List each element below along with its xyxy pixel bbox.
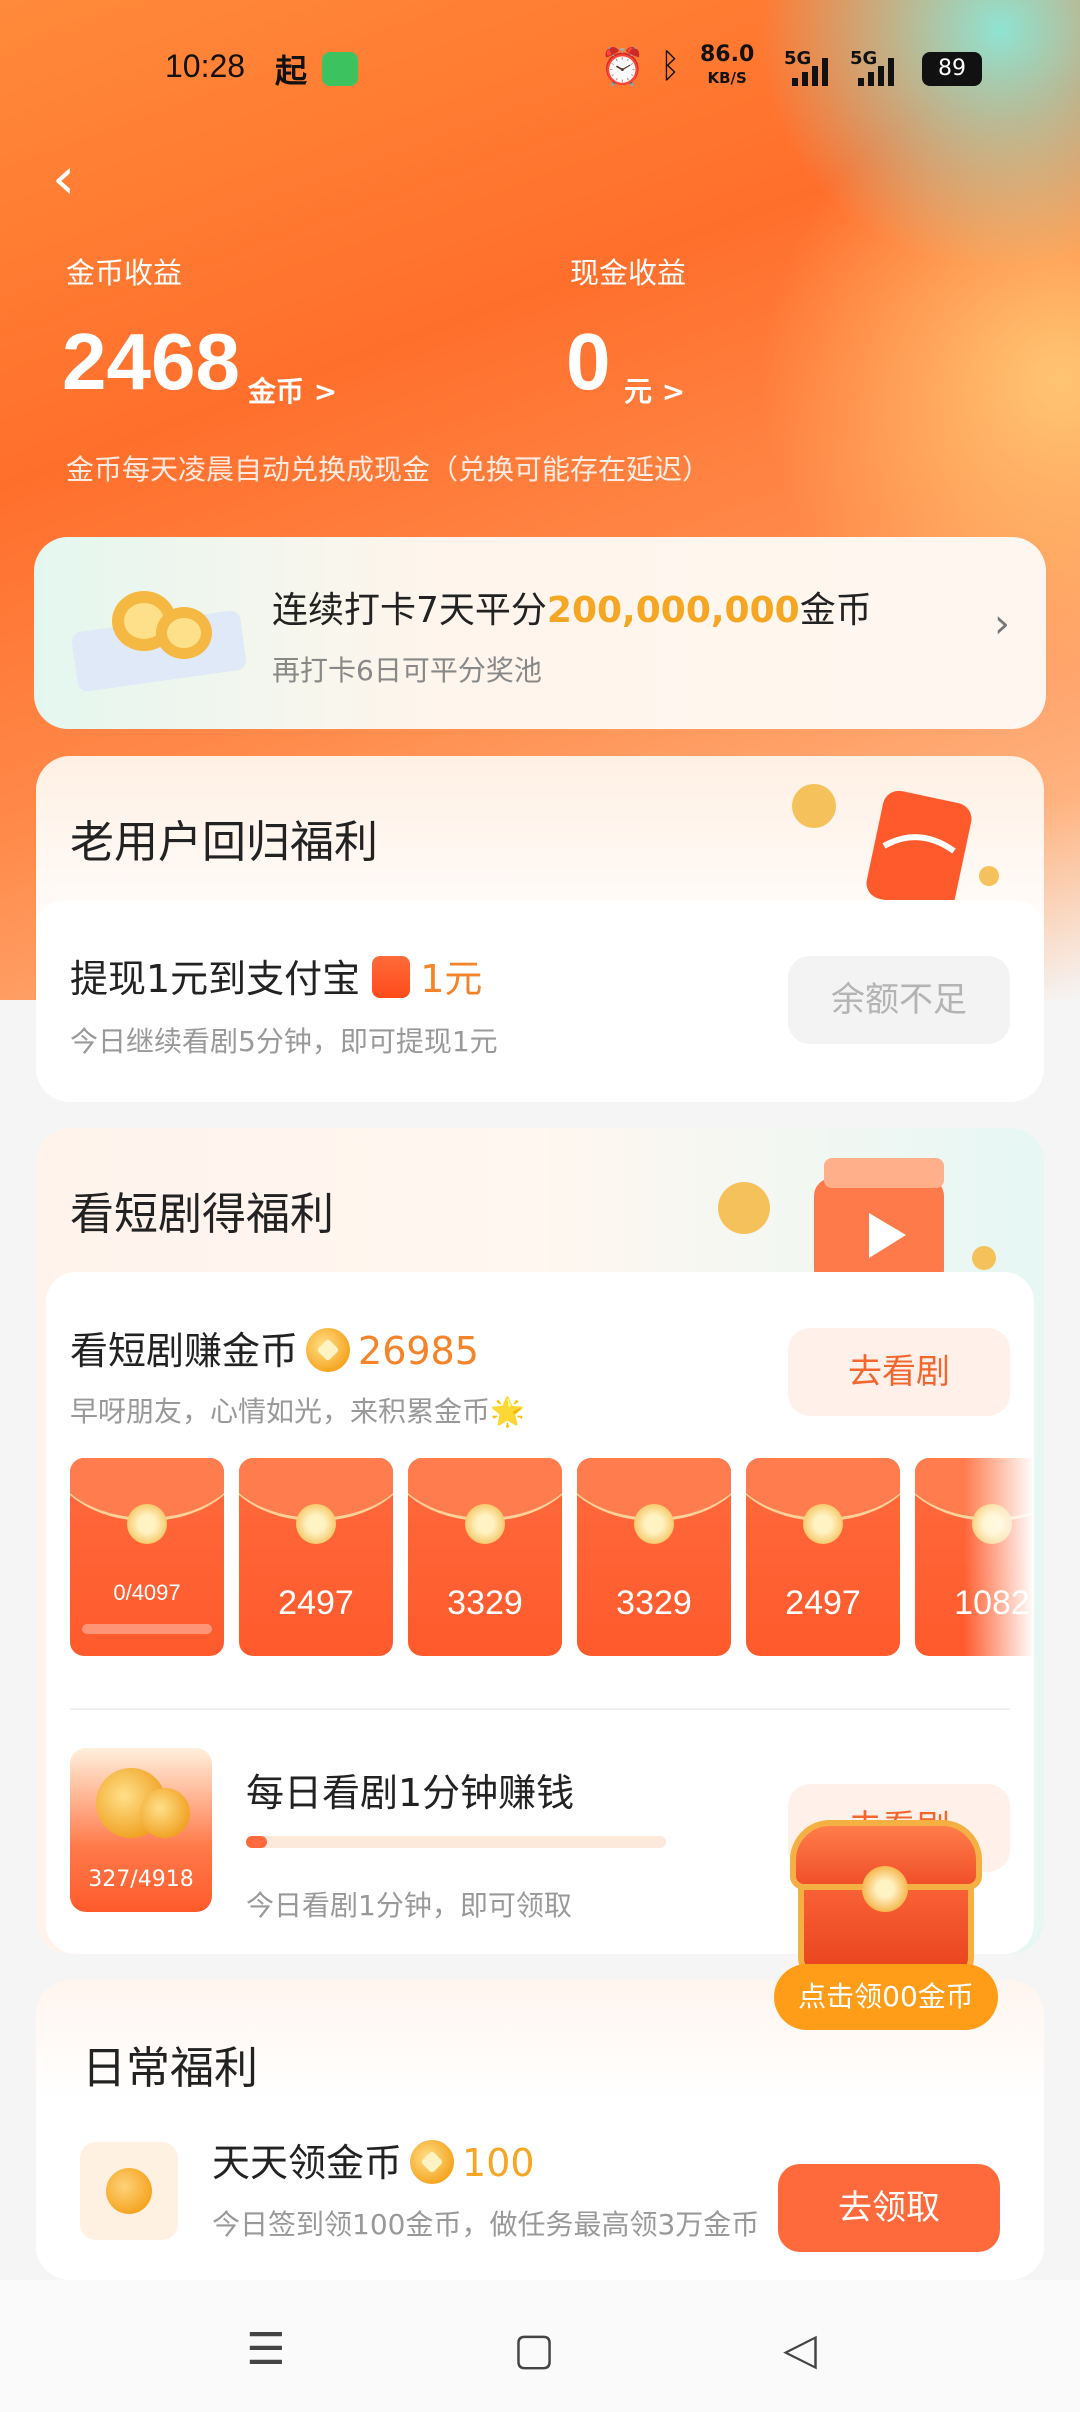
daily-welfare-heading: 日常福利 xyxy=(82,2043,258,2094)
message-notification-icon xyxy=(322,52,358,86)
envelope-seal-icon xyxy=(127,1504,167,1544)
back-arrow-icon[interactable]: ‹ xyxy=(52,148,92,208)
withdraw-task: 提现1元到支付宝 1元 今日继续看剧5分钟，即可提现1元 余额不足 xyxy=(36,900,1044,1102)
red-packet-icon xyxy=(372,956,411,998)
system-nav-bar: ☰ ▢ ◁ xyxy=(0,2280,1080,2412)
coin-icon xyxy=(410,2140,455,2184)
signal-icon xyxy=(858,58,894,86)
back-icon[interactable]: ◁ xyxy=(770,2320,830,2380)
bluetooth-icon: ᛒ xyxy=(660,46,681,86)
network-speed: 86.0 KB/S xyxy=(700,44,754,89)
divider xyxy=(70,1708,1010,1710)
checkin-prize-amount: 200,000,000 xyxy=(546,590,800,631)
checkin-title-prefix: 连续打卡7天平分 xyxy=(272,590,547,631)
withdraw-task-desc: 今日继续看剧5分钟，即可提现1元 xyxy=(70,1025,498,1058)
coin-task-icon xyxy=(80,2142,178,2240)
drama-heading: 看短剧得福利 xyxy=(70,1189,334,1240)
battery-icon: 89 xyxy=(922,52,982,86)
daily-coin-task-coins: 100 xyxy=(462,2141,535,2185)
signal-icon xyxy=(792,58,828,86)
daily-watch-title: 每日看剧1分钟赚钱 xyxy=(246,1771,575,1815)
coin-earnings-value[interactable]: 2468 xyxy=(62,316,240,408)
status-time: 10:28 xyxy=(165,48,246,84)
drama-task-coins: 26985 xyxy=(358,1329,479,1373)
envelope-value: 2497 xyxy=(785,1584,861,1622)
envelope-seal-icon xyxy=(465,1504,505,1544)
daily-watch-count: 327/4918 xyxy=(88,1867,194,1892)
daily-coin-task-title: 天天领金币 100 xyxy=(212,2132,535,2187)
red-envelope[interactable]: 2497 xyxy=(239,1458,393,1656)
claim-button[interactable]: 去领取 xyxy=(778,2164,1000,2252)
coin-earnings-link[interactable]: 金币 > xyxy=(248,370,337,410)
withdraw-task-label: 提现1元到支付宝 xyxy=(70,957,361,1001)
coin-stack-icon xyxy=(71,591,247,691)
checkin-title: 连续打卡7天平分200,000,000金币 xyxy=(272,581,872,633)
envelope-value: 3329 xyxy=(616,1584,692,1622)
daily-watch-icon: 327/4918 xyxy=(70,1748,212,1912)
coin-icon xyxy=(306,1328,351,1372)
envelope-seal-icon xyxy=(634,1504,674,1544)
watch-drama-button[interactable]: 去看剧 xyxy=(788,1328,1010,1416)
red-envelope-illustration xyxy=(792,784,999,912)
returning-user-card: 老用户回归福利 提现1元到支付宝 1元 今日继续看剧5分钟，即可提现1元 余额不足 xyxy=(36,756,1044,1102)
red-envelope[interactable]: 0/4097 xyxy=(70,1458,224,1656)
daily-coin-task-label: 天天领金币 xyxy=(212,2141,403,2185)
red-envelope[interactable]: 3329 xyxy=(577,1458,731,1656)
cash-earnings-value[interactable]: 0 xyxy=(566,316,611,408)
cash-earnings-link[interactable]: 元 > xyxy=(624,370,685,410)
coin-earnings-label: 金币收益 xyxy=(66,256,183,290)
exchange-note: 金币每天凌晨自动兑换成现金（兑换可能存在延迟） xyxy=(66,453,711,486)
app-notification-icon: 起 xyxy=(275,52,308,90)
envelope-value: 0/4097 xyxy=(113,1580,181,1605)
daily-watch-desc: 今日看剧1分钟，即可领取 xyxy=(246,1889,572,1922)
treasure-chest-icon[interactable] xyxy=(784,1820,984,1980)
withdraw-reward: 1元 xyxy=(420,957,483,1001)
red-envelope[interactable]: 2497 xyxy=(746,1458,900,1656)
daily-watch-progress xyxy=(246,1836,666,1848)
envelope-seal-icon xyxy=(803,1504,843,1544)
network-speed-unit: KB/S xyxy=(707,69,747,87)
cash-earnings-label: 现金收益 xyxy=(570,256,687,290)
drama-task-title: 看短剧赚金币 26985 xyxy=(70,1320,479,1375)
coin-icon xyxy=(140,1788,190,1838)
video-clapper-illustration xyxy=(718,1158,996,1288)
checkin-banner[interactable]: 连续打卡7天平分200,000,000金币 再打卡6日可平分奖池 › xyxy=(34,537,1046,729)
claim-coins-pill[interactable]: 点击领00金币 xyxy=(774,1964,998,2030)
daily-coin-task-desc: 今日签到领100金币，做任务最高领3万金币 xyxy=(212,2208,760,2241)
status-bar: 10:28 起 ⏰ ᛒ 86.0 KB/S 5G 5G 89 xyxy=(0,0,1080,140)
home-icon[interactable]: ▢ xyxy=(504,2320,564,2380)
envelope-strip-fade xyxy=(964,1458,1034,1658)
red-envelope[interactable]: 3329 xyxy=(408,1458,562,1656)
envelope-value: 2497 xyxy=(278,1584,354,1622)
daily-watch-progress-fill xyxy=(246,1836,267,1848)
checkin-subtitle: 再打卡6日可平分奖池 xyxy=(272,654,542,687)
returning-user-heading: 老用户回归福利 xyxy=(70,817,378,868)
chest-lock xyxy=(862,1866,908,1912)
withdraw-task-title: 提现1元到支付宝 1元 xyxy=(70,948,482,1003)
envelope-progress xyxy=(82,1624,212,1634)
envelope-seal-icon xyxy=(296,1504,336,1544)
envelope-value: 3329 xyxy=(447,1584,523,1622)
insufficient-balance-button[interactable]: 余额不足 xyxy=(788,956,1010,1044)
envelope-strip[interactable]: 0/4097 2497 3329 3329 2497 1082 xyxy=(70,1458,1034,1658)
network-speed-value: 86.0 xyxy=(700,42,755,67)
menu-icon[interactable]: ☰ xyxy=(236,2320,296,2380)
checkin-title-suffix: 金币 xyxy=(799,590,872,631)
alarm-icon: ⏰ xyxy=(600,47,645,88)
drama-task-desc: 早呀朋友，心情如光，来积累金币🌟 xyxy=(70,1395,525,1428)
drama-task-label: 看短剧赚金币 xyxy=(70,1329,299,1373)
chevron-right-icon: › xyxy=(994,601,1010,647)
